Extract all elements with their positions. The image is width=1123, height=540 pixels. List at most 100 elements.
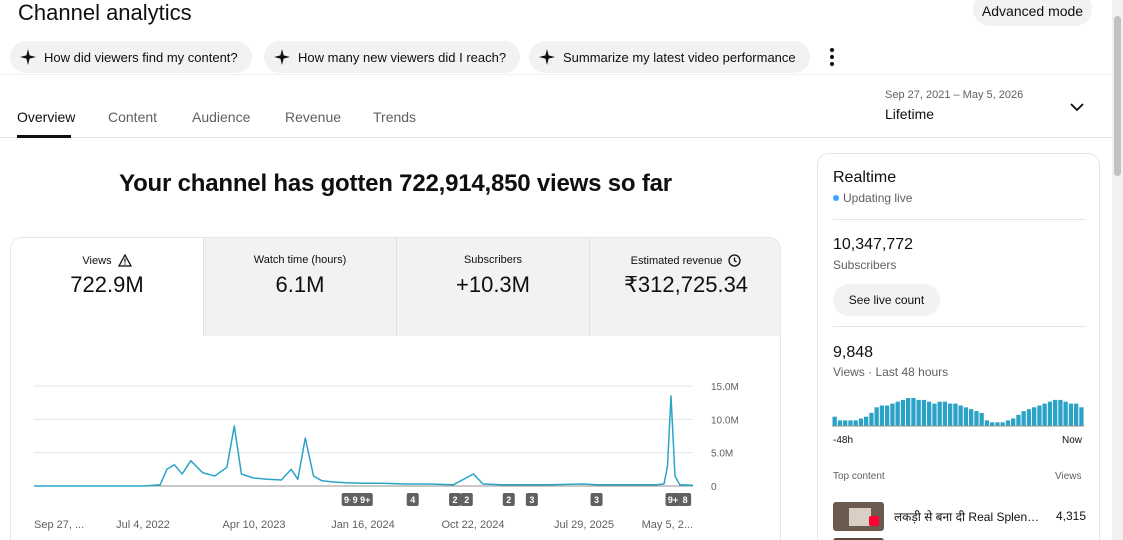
scrollbar-thumb[interactable] — [1114, 16, 1121, 176]
hourly-bar[interactable] — [1037, 405, 1042, 427]
chip-label: Summarize my latest video performance — [563, 49, 796, 65]
see-live-count-button[interactable]: See live count — [833, 284, 940, 316]
hourly-bar[interactable] — [921, 399, 927, 426]
hourly-bar[interactable] — [963, 407, 969, 426]
tab-trends[interactable]: Trends — [373, 109, 416, 125]
hourly-bar[interactable] — [843, 420, 848, 426]
publish-marker[interactable]: 9+ — [665, 493, 681, 506]
hourly-bar[interactable] — [984, 420, 990, 426]
scrollbar[interactable] — [1112, 0, 1123, 540]
hourly-bar[interactable] — [1016, 414, 1021, 426]
x-tick-label: Sep 27, ... — [34, 519, 84, 531]
hourly-bar[interactable] — [979, 412, 984, 426]
metric-label: Views — [82, 254, 112, 267]
publish-marker[interactable]: 4 — [406, 493, 419, 506]
hourly-bar[interactable] — [869, 412, 874, 426]
overview-card: Views 722.9M Watch time (hours) 6.1M Sub… — [10, 237, 781, 540]
subscriber-label: Subscribers — [833, 258, 897, 272]
hourly-bar[interactable] — [1000, 422, 1005, 426]
hourly-bar[interactable] — [911, 398, 916, 426]
realtime-views-label: Views · Last 48 hours — [833, 365, 949, 379]
metric-watch-time[interactable]: Watch time (hours) 6.1M — [204, 238, 397, 336]
publish-marker[interactable]: 9+ — [357, 493, 373, 506]
hourly-bar[interactable] — [958, 405, 963, 427]
hourly-bar[interactable] — [874, 407, 879, 426]
hourly-bar[interactable] — [858, 418, 864, 427]
hourly-bar[interactable] — [942, 401, 948, 426]
date-range-text[interactable]: Sep 27, 2021 – May 5, 2026 — [885, 89, 1023, 101]
metric-views[interactable]: Views 722.9M — [11, 238, 204, 336]
hourly-bar[interactable] — [900, 399, 906, 426]
hourly-bar[interactable] — [1047, 401, 1053, 426]
shorts-icon — [869, 516, 879, 526]
hourly-bar[interactable] — [879, 405, 885, 427]
hourly-bar[interactable] — [1026, 409, 1032, 426]
axis-end-label: Now — [1062, 435, 1083, 446]
hourly-bar[interactable] — [895, 401, 900, 426]
hourly-bar[interactable] — [974, 411, 979, 426]
metric-subscribers[interactable]: Subscribers +10.3M — [397, 238, 590, 336]
publish-marker[interactable]: 3 — [525, 493, 538, 506]
publish-marker[interactable]: 2 — [449, 493, 462, 506]
tab-audience[interactable]: Audience — [192, 109, 250, 125]
realtime-bar-chart[interactable] — [832, 394, 1085, 428]
chevron-down-icon[interactable] — [1069, 99, 1085, 115]
hourly-bar[interactable] — [853, 420, 858, 426]
hourly-bar[interactable] — [1074, 403, 1079, 426]
hourly-bar[interactable] — [1032, 407, 1037, 426]
hourly-bar[interactable] — [837, 420, 843, 426]
hourly-bar[interactable] — [916, 399, 921, 426]
realtime-title: Realtime — [833, 169, 897, 186]
publish-marker[interactable]: 2 — [460, 493, 473, 506]
hourly-bar[interactable] — [1058, 399, 1063, 426]
svg-text:4: 4 — [410, 495, 415, 505]
hourly-bar[interactable] — [890, 403, 895, 426]
chip-new-viewers[interactable]: How many new viewers did I reach? — [264, 41, 521, 73]
hourly-bar[interactable] — [1042, 403, 1047, 426]
hourly-bar[interactable] — [1011, 418, 1016, 427]
hourly-bar[interactable] — [885, 405, 890, 427]
hourly-bar[interactable] — [995, 422, 1000, 426]
clock-icon — [728, 254, 742, 267]
hourly-bar[interactable] — [1079, 407, 1084, 426]
chip-summarize-video[interactable]: Summarize my latest video performance — [529, 41, 810, 73]
more-options-icon[interactable] — [822, 41, 842, 73]
metric-label: Subscribers — [463, 254, 523, 266]
hourly-bar[interactable] — [990, 422, 995, 426]
publish-marker[interactable]: 8 — [679, 493, 692, 506]
hourly-bar[interactable] — [1005, 420, 1011, 426]
publish-marker[interactable]: 3 — [590, 493, 603, 506]
metric-revenue[interactable]: Estimated revenue ₹312,725.34 — [590, 238, 780, 336]
hourly-bar[interactable] — [832, 416, 837, 426]
hourly-bar[interactable] — [937, 401, 942, 426]
hourly-bar[interactable] — [1068, 403, 1074, 426]
date-range-value[interactable]: Lifetime — [885, 106, 934, 122]
hourly-bar[interactable] — [953, 403, 958, 426]
hourly-bar[interactable] — [1053, 399, 1058, 426]
publish-marker[interactable]: 2 — [502, 493, 515, 506]
top-video-title[interactable]: लकड़ी से बना दी Real Splendor — [894, 508, 1044, 525]
tab-revenue[interactable]: Revenue — [285, 109, 341, 125]
analytics-page: Channel analytics Advanced mode How did … — [0, 0, 1123, 540]
hourly-bar[interactable] — [864, 416, 869, 426]
tab-bar: Overview Content Audience Revenue Trends… — [0, 74, 1112, 138]
live-indicator: Updating live — [833, 191, 912, 205]
metric-label: Watch time (hours) — [253, 254, 347, 266]
hourly-bar[interactable] — [1063, 401, 1068, 426]
hourly-bar[interactable] — [1021, 411, 1026, 426]
tab-overview[interactable]: Overview — [17, 109, 75, 125]
live-dot-icon — [833, 195, 839, 201]
hourly-bar[interactable] — [927, 401, 932, 426]
chip-viewers-source[interactable]: How did viewers find my content? — [10, 41, 252, 73]
axis-start-label: -48h — [833, 435, 854, 446]
tab-content[interactable]: Content — [108, 109, 157, 125]
hourly-bar[interactable] — [906, 398, 911, 426]
hourly-bar[interactable] — [969, 409, 974, 426]
subscriber-count: 10,347,772 — [833, 236, 914, 253]
hourly-bar[interactable] — [932, 403, 937, 426]
advanced-mode-button[interactable]: Advanced mode — [973, 0, 1092, 26]
hourly-bar[interactable] — [848, 420, 853, 426]
views-chart[interactable]: 15.0M10.0M5.0M09+9+9+4222339+8Sep 27, ..… — [11, 336, 781, 540]
hourly-bar[interactable] — [948, 403, 953, 426]
video-thumbnail[interactable] — [833, 502, 884, 531]
